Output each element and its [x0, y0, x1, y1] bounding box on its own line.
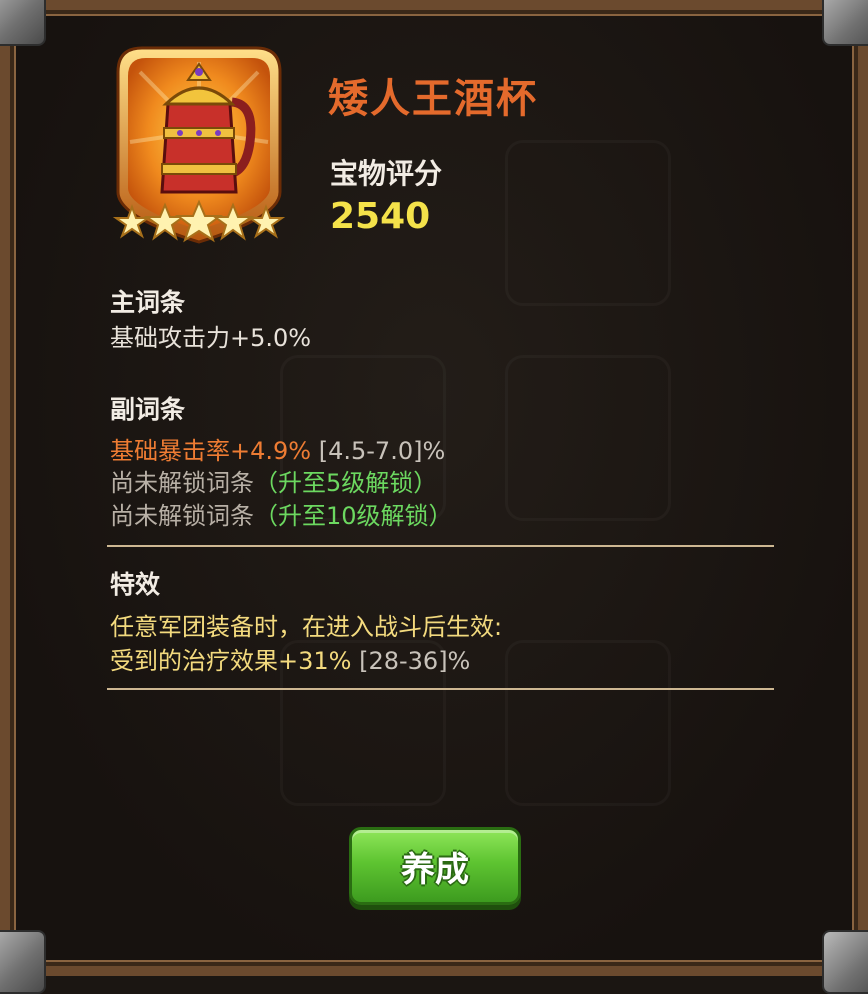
unlock-condition: （升至10级解锁） — [254, 502, 453, 530]
section-divider — [107, 688, 774, 690]
score-value: 2540 — [330, 196, 431, 237]
locked-stat-row: 尚未解锁词条（升至10级解锁） — [110, 496, 453, 531]
locked-stat-row: 尚未解锁词条（升至5级解锁） — [110, 463, 437, 498]
section-divider — [107, 545, 774, 547]
background-decor — [505, 640, 671, 806]
nurture-button[interactable]: 养成 — [349, 827, 521, 905]
locked-stat-label: 尚未解锁词条 — [110, 502, 254, 530]
special-effect-row: 受到的治疗效果+31% [28-36]% — [110, 641, 470, 676]
sub-stat-title: 副词条 — [110, 395, 186, 424]
item-icon-badge — [112, 46, 286, 244]
corner-ornament — [822, 930, 868, 994]
locked-stat-label: 尚未解锁词条 — [110, 469, 254, 497]
corner-ornament — [0, 930, 46, 994]
unlock-condition: （升至5级解锁） — [254, 469, 438, 497]
score-label: 宝物评分 — [330, 157, 443, 190]
sub-stat-value: 基础暴击率+4.9% — [110, 437, 312, 465]
sub-stat-range: [4.5-7.0]% — [318, 437, 446, 465]
special-effect-condition: 任意军团装备时，在进入战斗后生效: — [110, 613, 503, 641]
corner-ornament — [0, 0, 46, 46]
sub-stat-row: 基础暴击率+4.9% [4.5-7.0]% — [110, 431, 445, 466]
background-decor — [505, 355, 671, 521]
special-effect-value: 受到的治疗效果+31% — [110, 647, 352, 675]
special-effect-title: 特效 — [110, 570, 161, 599]
background-decor — [505, 140, 671, 306]
corner-ornament — [822, 0, 868, 46]
main-stat-title: 主词条 — [110, 288, 186, 317]
special-effect-range: [28-36]% — [359, 647, 471, 675]
main-stat-value: 基础攻击力+5.0% — [110, 324, 312, 352]
item-name: 矮人王酒杯 — [328, 76, 538, 122]
